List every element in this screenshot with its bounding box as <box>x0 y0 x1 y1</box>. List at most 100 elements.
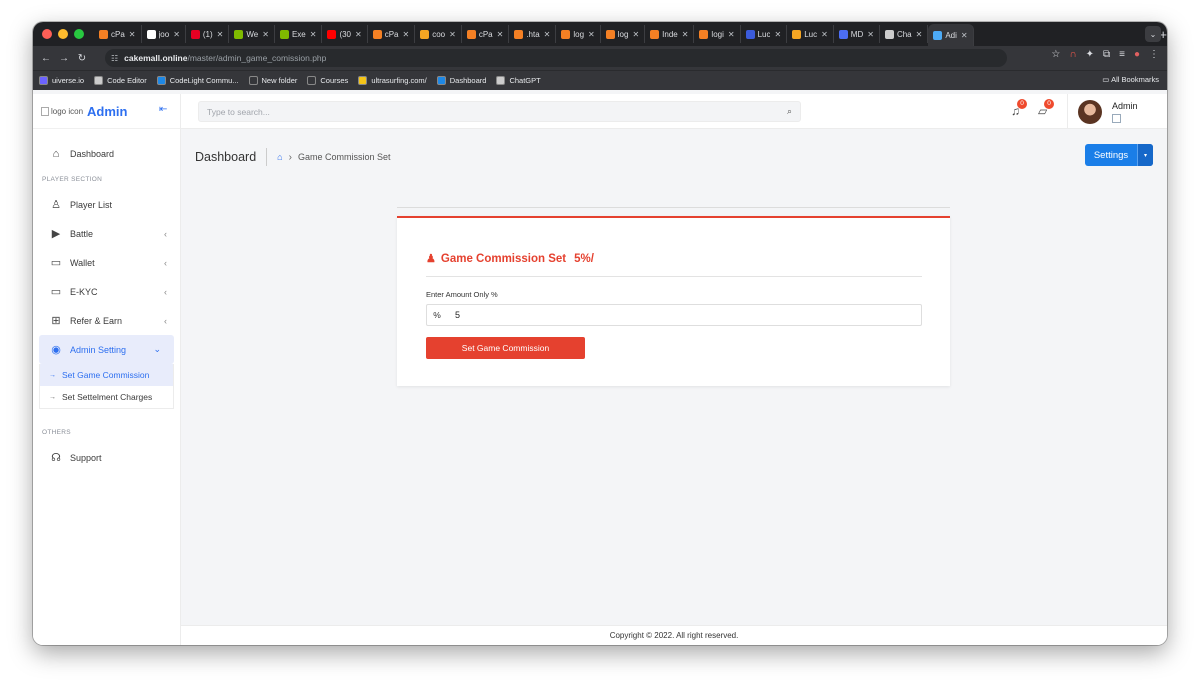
close-tab-icon[interactable]: ✕ <box>173 30 180 39</box>
close-tab-icon[interactable]: ✕ <box>774 30 781 39</box>
browser-tab[interactable]: Exe ✕ <box>275 25 323 43</box>
browser-tab[interactable]: Adi ✕ <box>928 24 974 46</box>
maximize-window-button[interactable] <box>74 29 84 39</box>
close-tab-icon[interactable]: ✕ <box>449 30 456 39</box>
browser-tab[interactable]: log ✕ <box>601 25 646 43</box>
browser-tab[interactable]: logi ✕ <box>694 25 741 43</box>
set-game-commission-button[interactable]: Set Game Commission <box>426 337 585 359</box>
percent-prefix: % <box>433 310 441 320</box>
browser-tab[interactable]: coo ✕ <box>415 25 462 43</box>
reload-icon[interactable]: ↻ <box>73 53 91 64</box>
notifications-button[interactable]: ♫ 0 <box>1011 99 1027 118</box>
close-tab-icon[interactable]: ✕ <box>129 30 136 39</box>
close-tab-icon[interactable]: ✕ <box>728 30 735 39</box>
bookmark-item[interactable]: CodeLight Commu... <box>156 76 239 85</box>
favicon-icon <box>699 29 709 39</box>
browser-tab[interactable]: .hta ✕ <box>509 25 557 43</box>
bookmark-item[interactable]: Courses <box>307 76 348 85</box>
close-tab-icon[interactable]: ✕ <box>544 30 551 39</box>
favicon-icon <box>605 29 615 39</box>
extension-magnet-icon[interactable]: ∩ <box>1069 49 1076 60</box>
sidebar-subitem-set-settlement-charges[interactable]: → Set Settelment Charges <box>40 386 173 408</box>
close-tab-icon[interactable]: ✕ <box>310 30 317 39</box>
close-tab-icon[interactable]: ✕ <box>682 30 689 39</box>
browser-tab[interactable]: joo ✕ <box>142 25 186 43</box>
browser-menu-icon[interactable]: ⋮ <box>1149 49 1159 60</box>
bookmark-item[interactable]: New folder <box>248 76 297 85</box>
browser-tab[interactable]: Luc ✕ <box>741 25 788 43</box>
browser-tab[interactable]: MD ✕ <box>834 25 880 43</box>
settings-button[interactable]: Settings ▾ <box>1085 144 1153 166</box>
close-tab-icon[interactable]: ✕ <box>403 30 410 39</box>
current-commission-value: 5%/ <box>574 252 594 265</box>
close-tab-icon[interactable]: ✕ <box>916 30 923 39</box>
close-tab-icon[interactable]: ✕ <box>355 30 362 39</box>
all-bookmarks-button[interactable]: ▭ All Bookmarks <box>1102 75 1159 84</box>
tab-title: We <box>246 29 259 39</box>
caret-down-icon[interactable]: ▾ <box>1137 144 1153 166</box>
sidebar-item-wallet[interactable]: ▭ Wallet ‹ <box>33 248 180 277</box>
wallet-icon: ▭ <box>50 257 62 269</box>
tab-search-button[interactable]: ⌄ <box>1145 26 1161 42</box>
bookmark-item[interactable]: ChatGPT <box>496 76 541 85</box>
tab-strip: cPa ✕ joo ✕ (1) ✕ We ✕ Exe ✕ (30 ✕ cPa ✕ coo ✕ cPa ✕ .hta ✕… <box>94 22 1153 46</box>
close-tab-icon[interactable]: ✕ <box>961 31 968 40</box>
bookmark-star-icon[interactable]: ☆ <box>1051 49 1060 60</box>
sidebar-item-battle[interactable]: ▶ Battle ‹ <box>33 219 180 248</box>
minimize-window-button[interactable] <box>58 29 68 39</box>
close-tab-icon[interactable]: ✕ <box>632 30 639 39</box>
forward-icon[interactable]: → <box>55 53 73 64</box>
browser-tab[interactable]: log ✕ <box>556 25 601 43</box>
close-tab-icon[interactable]: ✕ <box>497 30 504 39</box>
browser-tab[interactable]: (1) ✕ <box>186 25 230 43</box>
close-window-button[interactable] <box>42 29 52 39</box>
close-tab-icon[interactable]: ✕ <box>588 30 595 39</box>
messages-button[interactable]: ▱ 0 <box>1038 99 1054 118</box>
site-info-icon[interactable]: ☷ <box>111 54 118 63</box>
sidebar-item-support[interactable]: ☊ Support <box>33 443 180 472</box>
extension-icon[interactable]: ✦ <box>1086 49 1094 60</box>
sidebar-item-dashboard[interactable]: ⌂ Dashboard <box>33 139 180 168</box>
search-icon[interactable]: ⌕ <box>787 106 792 117</box>
commission-input[interactable] <box>447 305 921 325</box>
url-path: /master/admin_game_comission.php <box>187 53 327 63</box>
bookmark-item[interactable]: ultrasurfing.com/ <box>358 76 427 85</box>
bookmark-item[interactable]: Code Editor <box>94 76 147 85</box>
collapse-sidebar-icon[interactable]: ⇤ <box>159 104 167 115</box>
sidebar-item-admin-setting[interactable]: ◉ Admin Setting ⌄ <box>39 335 174 364</box>
close-tab-icon[interactable]: ✕ <box>217 30 224 39</box>
close-tab-icon[interactable]: ✕ <box>262 30 269 39</box>
admin-name[interactable]: Admin <box>1112 101 1138 111</box>
sidebar-item-e-kyc[interactable]: ▭ E-KYC ‹ <box>33 277 180 306</box>
bookmark-item[interactable]: Dashboard <box>436 76 486 85</box>
kyc-icon: ▭ <box>50 286 62 298</box>
favicon-icon <box>279 29 289 39</box>
browser-tab[interactable]: Cha ✕ <box>880 25 929 43</box>
browser-tab[interactable]: cPa ✕ <box>462 25 510 43</box>
browser-tab[interactable]: (30 ✕ <box>322 25 368 43</box>
browser-tab[interactable]: Inde ✕ <box>645 25 695 43</box>
extensions-puzzle-icon[interactable]: ⧉ <box>1103 49 1110 60</box>
avatar[interactable] <box>1078 100 1102 124</box>
bookmark-item[interactable]: uiverse.io <box>39 76 84 85</box>
tab-title: Cha <box>896 29 912 39</box>
url-input[interactable]: ☷ cakemall.online /master/admin_game_com… <box>105 49 1007 67</box>
favicon-icon <box>372 29 382 39</box>
close-tab-icon[interactable]: ✕ <box>867 30 874 39</box>
profile-icon[interactable]: ● <box>1134 49 1140 60</box>
browser-tab[interactable]: We ✕ <box>229 25 275 43</box>
close-tab-icon[interactable]: ✕ <box>821 30 828 39</box>
browser-tab[interactable]: cPa ✕ <box>368 25 416 43</box>
back-icon[interactable]: ← <box>37 53 55 64</box>
search-input[interactable] <box>199 102 800 122</box>
tab-title: cPa <box>111 29 125 39</box>
sidebar-subitem-set-game-commission[interactable]: → Set Game Commission <box>40 364 173 386</box>
sidebar-item-refer-earn[interactable]: ⊞ Refer & Earn ‹ <box>33 306 180 335</box>
tab-title: log <box>573 29 585 39</box>
sidebar-item-player-list[interactable]: ♙ Player List <box>33 190 180 219</box>
home-icon[interactable]: ⌂ <box>277 152 282 162</box>
browser-tab[interactable]: cPa ✕ <box>94 25 142 43</box>
page-title: Dashboard <box>195 150 257 164</box>
browser-tab[interactable]: Luc ✕ <box>787 25 834 43</box>
reading-list-icon[interactable]: ≡ <box>1119 49 1125 60</box>
